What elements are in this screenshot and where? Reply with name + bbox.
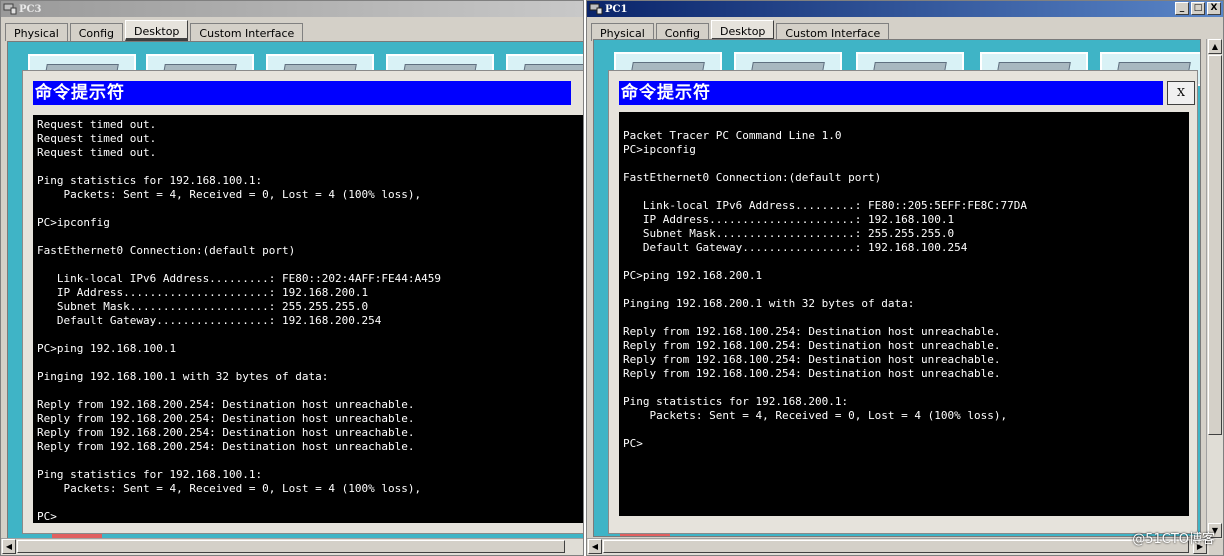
terminal-line: Reply from 192.168.100.254: Destination … <box>623 325 1001 338</box>
window-title: PC1 <box>605 3 628 15</box>
command-prompt-title: 命令提示符 <box>33 81 571 105</box>
pc1-tab-bar: Physical Config Desktop Custom Interface <box>591 20 890 41</box>
pc1-horizontal-scrollbar[interactable]: ◀ ▶ <box>587 538 1209 555</box>
terminal-line: Packet Tracer PC Command Line 1.0 <box>623 129 842 142</box>
pc3-horizontal-scrollbar[interactable]: ◀ <box>1 538 583 555</box>
terminal-line: PC> <box>623 437 643 450</box>
pc1-terminal[interactable]: Packet Tracer PC Command Line 1.0 PC>ipco… <box>619 112 1189 516</box>
terminal-line: Request timed out. <box>37 132 157 145</box>
scroll-left-icon[interactable]: ◀ <box>2 539 16 554</box>
scroll-thumb[interactable] <box>1208 55 1222 435</box>
tab-desktop[interactable]: Desktop <box>125 20 189 41</box>
terminal-line: Default Gateway.................: 192.16… <box>623 241 968 254</box>
scroll-thumb[interactable] <box>603 540 1189 553</box>
pc3-window: PC3 Physical Config Desktop Custom Inter… <box>0 0 584 556</box>
tab-custom-interface[interactable]: Custom Interface <box>190 23 304 41</box>
pc3-terminal[interactable]: Request timed out. Request timed out. Requ… <box>33 115 583 523</box>
terminal-line: Subnet Mask.....................: 255.25… <box>623 227 955 240</box>
pc1-vertical-scrollbar[interactable]: ▲ ▼ <box>1206 39 1223 539</box>
pc3-title-bar[interactable]: PC3 <box>1 1 583 17</box>
terminal-line: PC>ipconfig <box>623 143 696 156</box>
terminal-line: FastEthernet0 Connection:(default port) <box>37 244 296 257</box>
terminal-line: IP Address......................: 192.16… <box>37 286 369 299</box>
terminal-line: Reply from 192.168.100.254: Destination … <box>623 367 1001 380</box>
watermark: @51CTO博客 <box>1132 532 1215 547</box>
scroll-thumb[interactable] <box>17 540 565 553</box>
maximize-icon[interactable]: □ <box>1191 2 1205 15</box>
pc1-window: PC1 _ □ X Physical Config Desktop Custom… <box>586 0 1224 556</box>
pc3-desktop-area: 命令提示符 Request timed out. Request timed ou… <box>7 41 583 539</box>
terminal-line: FastEthernet0 Connection:(default port) <box>623 171 882 184</box>
terminal-line: Reply from 192.168.200.254: Destination … <box>37 440 415 453</box>
terminal-line: Packets: Sent = 4, Received = 0, Lost = … <box>37 188 422 201</box>
tab-config[interactable]: Config <box>69 23 124 41</box>
terminal-line: Pinging 192.168.200.1 with 32 bytes of d… <box>623 297 915 310</box>
terminal-line: PC>ping 192.168.200.1 <box>623 269 763 282</box>
window-title: PC3 <box>19 3 42 15</box>
terminal-line: Reply from 192.168.200.254: Destination … <box>37 426 415 439</box>
window-controls: _ □ X <box>1175 2 1221 15</box>
terminal-line: Pinging 192.168.100.1 with 32 bytes of d… <box>37 370 329 383</box>
command-prompt-title: 命令提示符 <box>619 81 1163 105</box>
terminal-line: Ping statistics for 192.168.100.1: <box>37 174 263 187</box>
pc1-command-prompt-window: 命令提示符 X Packet Tracer PC Command Line 1.… <box>608 70 1198 534</box>
terminal-line: PC> <box>37 510 57 523</box>
terminal-line: Ping statistics for 192.168.200.1: <box>623 395 849 408</box>
pc3-command-prompt-window: 命令提示符 Request timed out. Request timed ou… <box>22 70 583 534</box>
terminal-line: Reply from 192.168.100.254: Destination … <box>623 339 1001 352</box>
terminal-line: Link-local IPv6 Address.........: FE80::… <box>623 199 1027 212</box>
scroll-left-icon[interactable]: ◀ <box>588 539 602 554</box>
terminal-line: Request timed out. <box>37 118 157 131</box>
pc1-title-bar[interactable]: PC1 _ □ X <box>587 1 1223 17</box>
pc-app-icon <box>3 3 17 15</box>
scroll-up-icon[interactable]: ▲ <box>1208 39 1222 54</box>
tab-physical[interactable]: Physical <box>5 23 68 41</box>
pc-app-icon <box>589 3 603 15</box>
terminal-line: Request timed out. <box>37 146 157 159</box>
terminal-line: Reply from 192.168.200.254: Destination … <box>37 412 415 425</box>
pc1-desktop-area: 命令提示符 X Packet Tracer PC Command Line 1.… <box>593 39 1201 537</box>
terminal-line: Packets: Sent = 4, Received = 0, Lost = … <box>623 409 1008 422</box>
terminal-line: PC>ipconfig <box>37 216 110 229</box>
terminal-line: PC>ping 192.168.100.1 <box>37 342 177 355</box>
terminal-line: Packets: Sent = 4, Received = 0, Lost = … <box>37 482 422 495</box>
terminal-line: Reply from 192.168.200.254: Destination … <box>37 398 415 411</box>
tab-desktop[interactable]: Desktop <box>711 20 775 41</box>
terminal-line: Reply from 192.168.100.254: Destination … <box>623 353 1001 366</box>
terminal-line: Subnet Mask.....................: 255.25… <box>37 300 369 313</box>
close-icon[interactable]: X <box>1207 2 1221 15</box>
command-prompt-close-button[interactable]: X <box>1167 81 1195 105</box>
terminal-line: Link-local IPv6 Address.........: FE80::… <box>37 272 441 285</box>
minimize-icon[interactable]: _ <box>1175 2 1189 15</box>
terminal-line: IP Address......................: 192.16… <box>623 213 955 226</box>
pc3-tab-bar: Physical Config Desktop Custom Interface <box>5 20 304 41</box>
terminal-line: Default Gateway.................: 192.16… <box>37 314 382 327</box>
terminal-line: Ping statistics for 192.168.100.1: <box>37 468 263 481</box>
